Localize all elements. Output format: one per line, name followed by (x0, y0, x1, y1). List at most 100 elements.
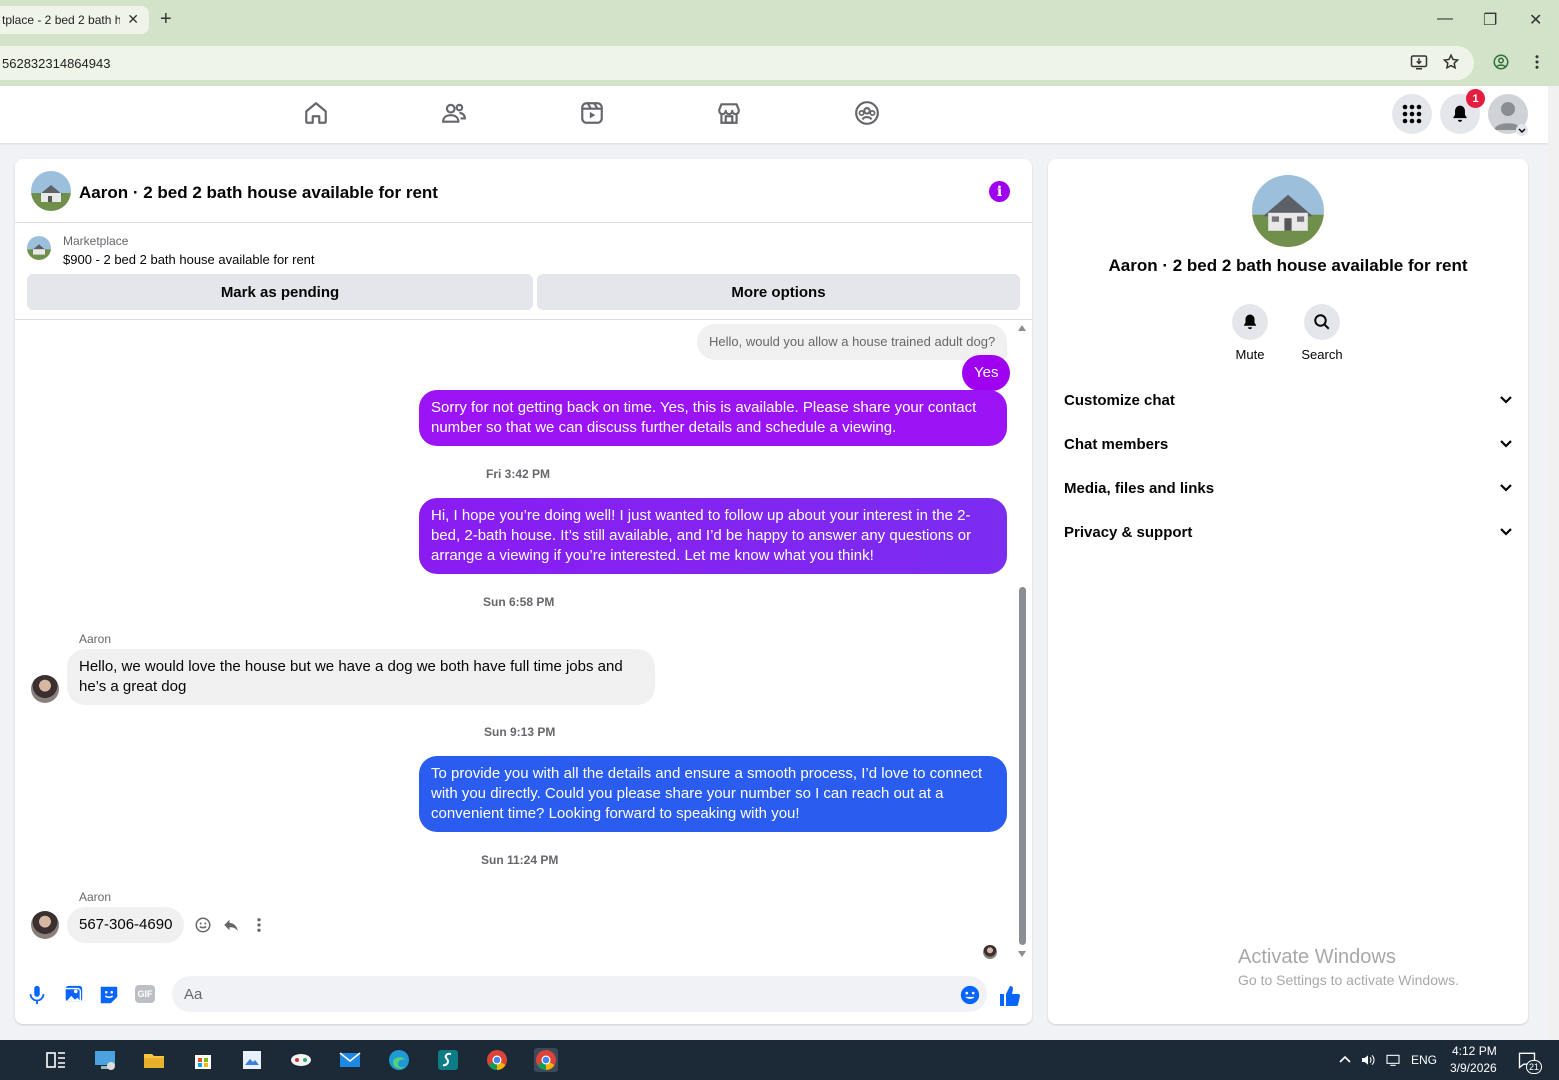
more-options-button[interactable]: More options (537, 274, 1020, 310)
message-timestamp: Sun 9:13 PM (484, 725, 556, 739)
section-chat-members[interactable]: Chat members (1064, 426, 1512, 462)
react-emoji-icon[interactable] (194, 916, 212, 934)
this-pc-icon[interactable] (93, 1048, 117, 1072)
outgoing-message[interactable]: Sorry for not getting back on time. Yes,… (419, 390, 1007, 446)
listing-avatar[interactable] (31, 171, 71, 211)
language-indicator[interactable]: ENG (1411, 1053, 1437, 1067)
house-photo-icon (31, 171, 71, 211)
chat-scrollbar[interactable] (1019, 587, 1026, 945)
clock-date[interactable]: 3/9/2026 (1450, 1061, 1497, 1075)
tab-close-icon[interactable]: ✕ (127, 11, 139, 28)
chevron-down-icon (1500, 528, 1512, 536)
mute-action[interactable]: Mute (1220, 304, 1280, 362)
volume-icon[interactable] (1360, 1052, 1376, 1068)
seen-receipt-avatar (983, 945, 997, 959)
outgoing-message[interactable]: Yes (962, 355, 1011, 391)
marketplace-label: Marketplace (63, 234, 129, 248)
chat-title: Aaron · 2 bed 2 bath house available for… (79, 183, 438, 202)
page-scrollbar[interactable] (1548, 86, 1559, 1040)
photo-icon[interactable] (62, 984, 84, 1006)
more-actions-icon[interactable] (255, 916, 263, 934)
scroll-down-icon[interactable] (1018, 951, 1026, 957)
notification-badge: 1 (1466, 89, 1485, 108)
mute-button[interactable] (1232, 304, 1268, 340)
bookmark-star-icon[interactable] (1442, 53, 1460, 71)
new-tab-button[interactable]: + (160, 8, 172, 31)
windows-taskbar: ENG 4:12 PM 3/9/2026 21 (0, 1040, 1559, 1080)
url-text: 562832314864943 (2, 55, 111, 71)
house-thumb-icon (27, 236, 51, 260)
file-explorer-icon[interactable] (142, 1048, 166, 1072)
quoted-message[interactable]: Hello, would you allow a house trained a… (697, 324, 1008, 360)
paint-app-icon[interactable] (240, 1048, 264, 1072)
activate-windows-title: Activate Windows (1238, 946, 1396, 968)
snipping-tool-icon[interactable] (289, 1048, 313, 1072)
sender-name: Aaron (79, 890, 112, 904)
listing-thumb[interactable] (27, 236, 51, 260)
gif-icon[interactable]: GIF (135, 985, 155, 1003)
browser-tab-bar: tplace - 2 bed 2 bath house available fo… (0, 0, 1559, 40)
section-label: Media, files and links (1064, 479, 1215, 497)
network-icon[interactable] (1385, 1052, 1401, 1068)
message-input[interactable]: Aa (172, 976, 987, 1012)
clock-time[interactable]: 4:12 PM (1452, 1044, 1497, 1058)
chrome-icon[interactable] (485, 1048, 509, 1072)
friends-icon[interactable] (441, 100, 467, 126)
notification-count-badge: 21 (1526, 1060, 1542, 1074)
marketplace-icon[interactable] (716, 100, 742, 126)
chevron-down-icon (1500, 396, 1512, 404)
grid-icon (1402, 104, 1422, 124)
section-label: Chat members (1064, 435, 1169, 453)
search-action[interactable]: Search (1292, 304, 1352, 362)
message-composer: GIF Aa (15, 964, 1032, 1024)
search-label: Search (1301, 347, 1343, 362)
edge-icon[interactable] (387, 1048, 411, 1072)
message-timestamp: Fri 3:42 PM (486, 467, 551, 481)
tray-chevron-up-icon[interactable] (1338, 1052, 1352, 1066)
search-button[interactable] (1304, 304, 1340, 340)
message-input-placeholder: Aa (184, 985, 203, 1003)
aaron-avatar[interactable] (31, 675, 59, 703)
sticker-icon[interactable] (98, 984, 120, 1006)
address-bar-row: 562832314864943 (0, 40, 1559, 86)
section-customize-chat[interactable]: Customize chat (1064, 382, 1512, 418)
task-view-icon[interactable] (44, 1048, 68, 1072)
outgoing-message[interactable]: To provide you with all the details and … (419, 756, 1007, 832)
aaron-avatar[interactable] (31, 911, 59, 939)
like-thumb-icon[interactable] (998, 984, 1022, 1008)
outgoing-message[interactable]: Hi, I hope you’re doing well! I just wan… (419, 498, 1007, 574)
microphone-icon[interactable] (26, 984, 48, 1006)
mail-icon[interactable] (338, 1048, 362, 1072)
browser-tab[interactable]: tplace - 2 bed 2 bath house available fo… (0, 6, 149, 34)
window-close-icon[interactable]: ✕ (1529, 10, 1542, 30)
emoji-icon[interactable] (959, 984, 981, 1006)
url-field[interactable]: 562832314864943 (0, 46, 1474, 80)
account-chevron-icon[interactable] (1516, 124, 1528, 136)
browser-menu-icon[interactable] (1532, 53, 1542, 71)
listing-large-avatar[interactable] (1252, 175, 1324, 247)
listing-price-title[interactable]: $900 - 2 bed 2 bath house available for … (63, 252, 315, 267)
chrome-active-icon[interactable] (534, 1048, 558, 1072)
groups-icon[interactable] (854, 100, 880, 126)
mark-as-pending-button[interactable]: Mark as pending (27, 274, 533, 310)
reply-icon[interactable] (222, 916, 240, 934)
section-media-files-links[interactable]: Media, files and links (1064, 470, 1512, 506)
activate-windows-subtitle: Go to Settings to activate Windows. (1238, 972, 1459, 988)
scroll-up-icon[interactable] (1018, 325, 1026, 331)
section-privacy-support[interactable]: Privacy & support (1064, 514, 1512, 550)
minimize-icon[interactable]: — (1437, 10, 1453, 28)
message-timestamp: Sun 6:58 PM (483, 595, 555, 609)
restore-icon[interactable]: ❐ (1483, 10, 1497, 30)
incoming-message[interactable]: 567-306-4690 (67, 907, 185, 943)
house-photo-large-icon (1252, 175, 1324, 247)
menu-grid-button[interactable] (1392, 94, 1432, 134)
install-app-icon[interactable] (1410, 53, 1428, 71)
tab-title: tplace - 2 bed 2 bath house available fo… (2, 13, 120, 27)
home-icon[interactable] (303, 100, 329, 126)
video-icon[interactable] (579, 100, 605, 126)
profile-icon[interactable] (1492, 53, 1510, 71)
store-icon[interactable] (191, 1048, 215, 1072)
incoming-message[interactable]: Hello, we would love the house but we ha… (67, 649, 655, 705)
sway-icon[interactable] (436, 1048, 460, 1072)
info-icon[interactable]: i (989, 181, 1010, 202)
